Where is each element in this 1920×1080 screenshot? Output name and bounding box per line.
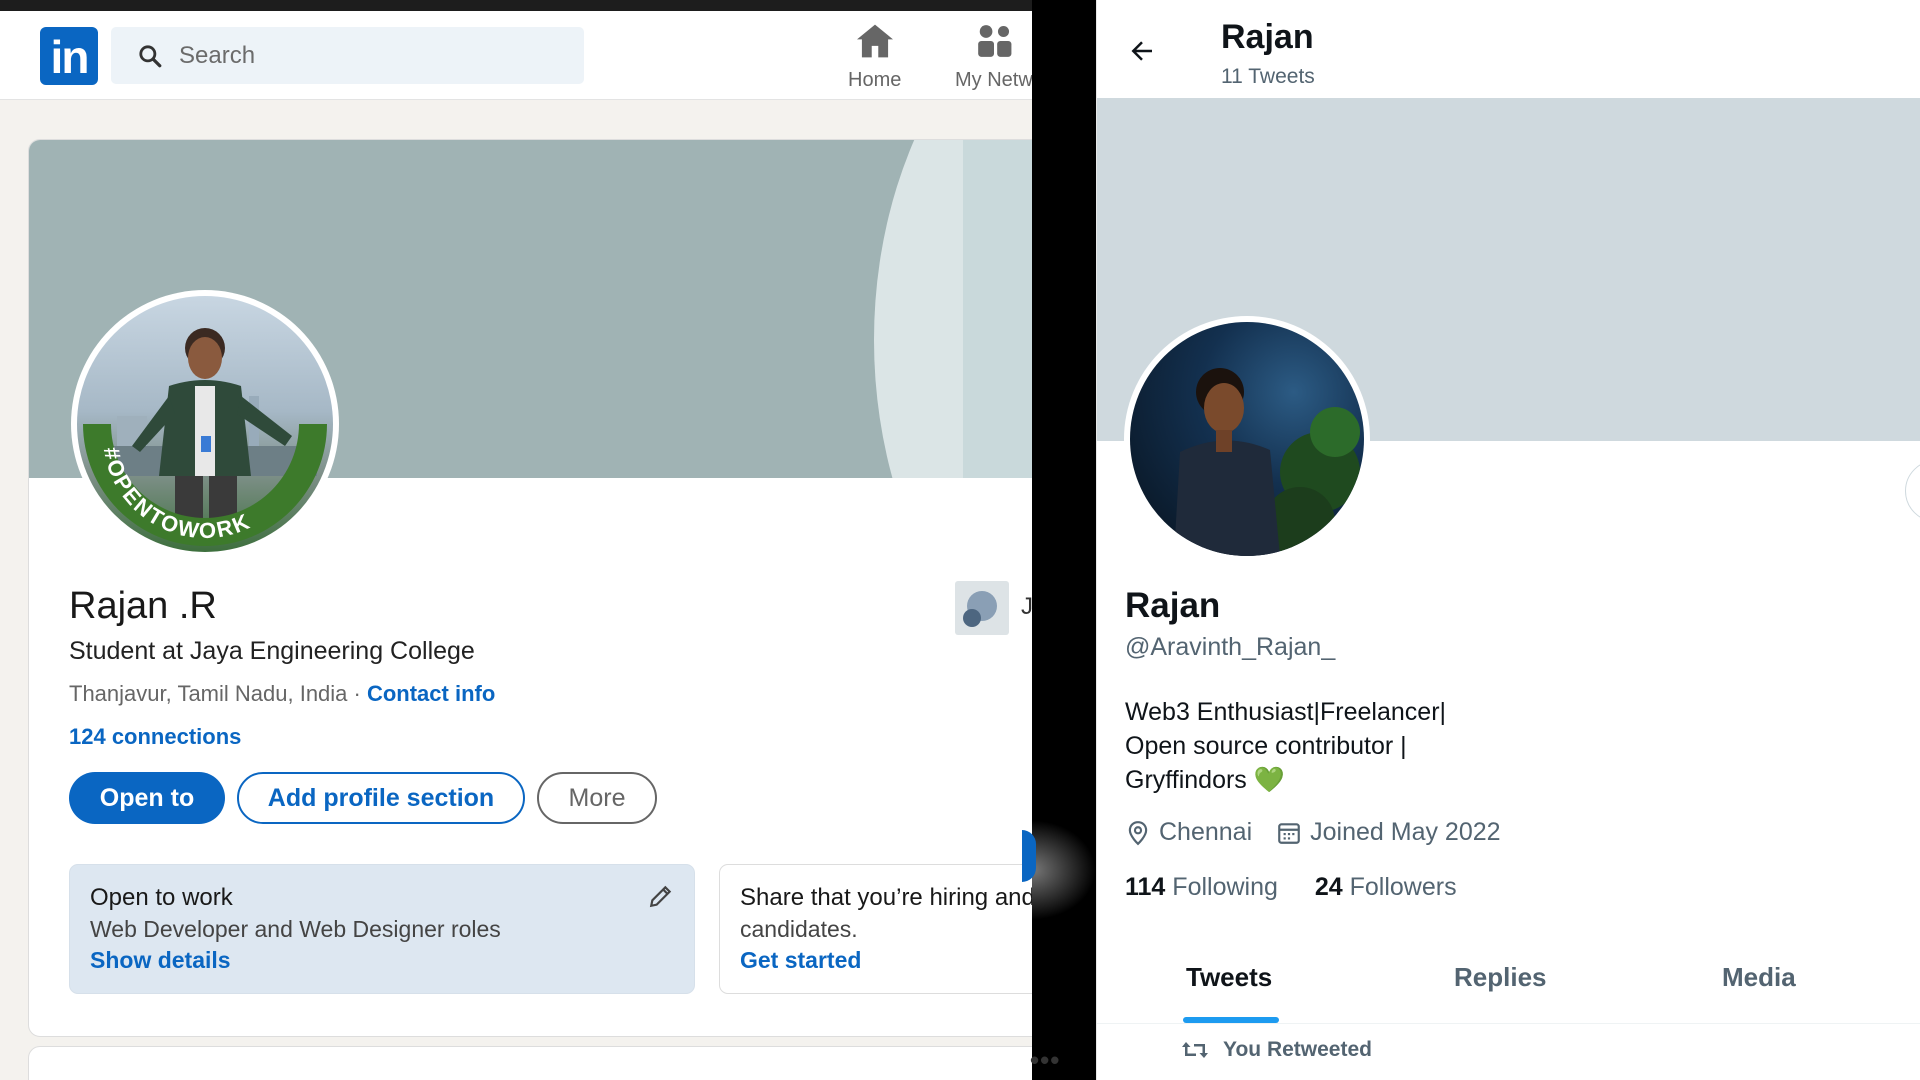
profile-name: Rajan (1125, 586, 1221, 625)
bio-line: Web3 Enthusiast|Freelancer| (1125, 698, 1447, 726)
education-logo[interactable] (955, 581, 1009, 635)
gap-shadow (1032, 820, 1096, 920)
banner-shape (963, 140, 1032, 478)
profile-name: Rajan .R (69, 585, 217, 627)
more-button[interactable]: More (537, 772, 657, 824)
twitter-window: Rajan 11 Tweets Rajan @Aravinth_Rajan_ W… (1096, 0, 1920, 1080)
green-heart-emoji: 💚 (1253, 766, 1285, 794)
tab-replies[interactable]: Replies (1454, 962, 1547, 993)
location-text: Thanjavur, Tamil Nadu, India · (69, 681, 367, 706)
location-pin-icon (1128, 820, 1148, 845)
get-started-link[interactable]: Get started (740, 947, 1032, 974)
followers-count: 24 (1314, 873, 1343, 901)
back-arrow-icon[interactable] (1127, 36, 1157, 66)
twitter-profile-photo (1130, 322, 1364, 556)
open-to-work-card[interactable]: Open to work Web Developer and Web Desig… (69, 864, 695, 994)
nav-my-network-label: My Netw (955, 69, 1032, 91)
calendar-icon (1278, 822, 1300, 844)
profile-avatar[interactable]: #OPENTOWORK (71, 290, 339, 558)
open-to-button[interactable]: Open to (69, 772, 225, 824)
connections-link[interactable]: 124 connections (69, 724, 241, 750)
bio-line: Open source contributor | (1125, 732, 1407, 760)
linkedin-navbar: in Home My Netw (0, 11, 1032, 100)
home-icon (856, 24, 893, 58)
profile-location: Thanjavur, Tamil Nadu, India · Contact i… (69, 681, 495, 707)
next-section-card (28, 1046, 1032, 1080)
hiring-title: Share that you’re hiring and (740, 884, 1032, 911)
nav-my-network[interactable]: My Netw (955, 23, 1032, 92)
profile-card: #OPENTOWORK Rajan .R Student at Jaya Eng… (28, 139, 1032, 1037)
window-top-strip (0, 0, 1032, 11)
following-count: 114 (1125, 873, 1166, 901)
carousel-next-handle[interactable] (1022, 830, 1036, 882)
person-photo (1174, 368, 1360, 556)
retweet-label: You Retweeted (1223, 1038, 1372, 1061)
bio-line: Gryffindors 💚 (1125, 766, 1285, 794)
education-name[interactable]: J (1021, 593, 1032, 621)
search-input[interactable] (177, 39, 561, 73)
search-box[interactable] (111, 27, 584, 84)
active-tab-indicator (1183, 1017, 1279, 1023)
profile-headline: Student at Jaya Engineering College (69, 637, 475, 665)
show-details-link[interactable]: Show details (90, 947, 674, 974)
retweet-indicator: You Retweeted (1181, 1038, 1372, 1062)
more-options-button[interactable] (1905, 460, 1920, 522)
joined-date: Joined May 2022 (1310, 818, 1501, 846)
profile-handle: @Aravinth_Rajan_ (1125, 633, 1336, 661)
location-text: Chennai (1159, 818, 1253, 846)
following-link[interactable]: 114 Following (1125, 873, 1278, 901)
hiring-subtitle: candidates. (740, 916, 858, 942)
open-to-work-title: Open to work (90, 884, 233, 911)
add-profile-section-button[interactable]: Add profile section (237, 772, 525, 824)
open-to-work-roles: Web Developer and Web Designer roles (90, 916, 501, 942)
header-title: Rajan (1221, 18, 1314, 56)
linkedin-logo[interactable]: in (40, 27, 98, 85)
profile-meta: Chennai Joined May 2022 (1125, 818, 1501, 847)
nav-home-label: Home (848, 69, 902, 91)
contact-info-link[interactable]: Contact info (367, 681, 495, 706)
followers-link[interactable]: 24 Followers (1315, 873, 1457, 901)
retweet-icon (1182, 1042, 1208, 1058)
profile-photo: #OPENTOWORK (77, 296, 333, 552)
tweet-count: 11 Tweets (1221, 65, 1315, 88)
tab-media[interactable]: Media (1722, 962, 1796, 993)
nav-home[interactable]: Home (848, 23, 901, 92)
twitter-header: Rajan 11 Tweets (1097, 0, 1920, 98)
hiring-card[interactable]: Share that you’re hiring and candidates.… (719, 864, 1032, 994)
person-photo: #OPENTOWORK (83, 328, 327, 546)
search-icon (139, 45, 162, 68)
edit-pencil-icon[interactable] (648, 883, 674, 909)
linkedin-window: in Home My Netw (0, 0, 1032, 1080)
overflow-menu-icon[interactable]: ••• (1030, 1045, 1060, 1076)
twitter-avatar[interactable] (1124, 316, 1370, 562)
follow-stats: 114 Following 24 Followers (1125, 873, 1457, 902)
profile-bio: Web3 Enthusiast|Freelancer| Open source … (1125, 695, 1446, 797)
network-icon (978, 25, 1012, 57)
profile-tabs: Tweets Replies Media (1097, 930, 1920, 1024)
tab-tweets[interactable]: Tweets (1186, 962, 1272, 993)
